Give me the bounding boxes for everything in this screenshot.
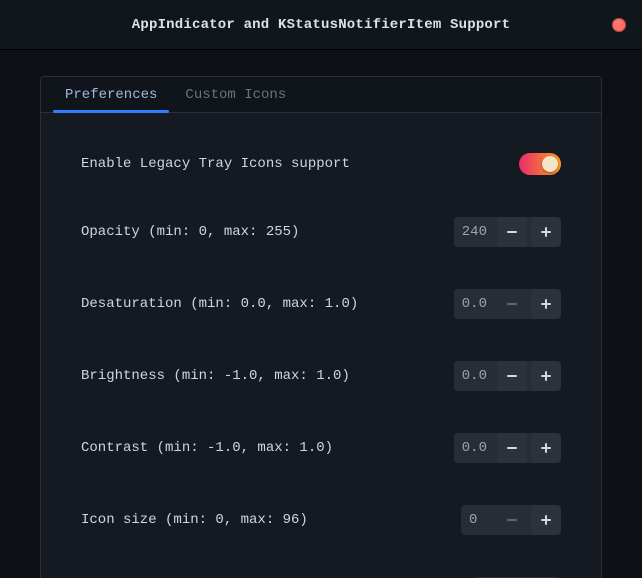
preferences-panel: Preferences Custom Icons Enable Legacy T… [40, 76, 602, 578]
icon-size-increment-button[interactable] [531, 505, 561, 535]
opacity-increment-button[interactable] [531, 217, 561, 247]
plus-icon [540, 226, 552, 238]
opacity-value[interactable]: 240 [454, 217, 493, 247]
brightness-increment-button[interactable] [531, 361, 561, 391]
minus-icon [506, 442, 518, 454]
opacity-label: Opacity (min: 0, max: 255) [81, 224, 299, 240]
brightness-stepper: 0.0 [454, 361, 561, 391]
close-button[interactable] [612, 18, 626, 32]
brightness-value[interactable]: 0.0 [454, 361, 493, 391]
toggle-knob [542, 156, 558, 172]
row-brightness: Brightness (min: -1.0, max: 1.0) 0.0 [81, 361, 561, 391]
plus-icon [540, 370, 552, 382]
legacy-tray-toggle[interactable] [519, 153, 561, 175]
desaturation-value[interactable]: 0.0 [454, 289, 493, 319]
tab-preferences[interactable]: Preferences [51, 77, 171, 112]
tab-label: Preferences [65, 87, 157, 103]
desaturation-label: Desaturation (min: 0.0, max: 1.0) [81, 296, 358, 312]
contrast-value[interactable]: 0.0 [454, 433, 493, 463]
opacity-stepper: 240 [454, 217, 561, 247]
tab-label: Custom Icons [185, 87, 286, 103]
brightness-label: Brightness (min: -1.0, max: 1.0) [81, 368, 350, 384]
contrast-increment-button[interactable] [531, 433, 561, 463]
opacity-decrement-button[interactable] [497, 217, 527, 247]
icon-size-decrement-button [497, 505, 527, 535]
contrast-stepper: 0.0 [454, 433, 561, 463]
window-title: AppIndicator and KStatusNotifierItem Sup… [132, 17, 510, 33]
app-window: AppIndicator and KStatusNotifierItem Sup… [0, 0, 642, 578]
minus-icon [506, 514, 518, 526]
plus-icon [540, 514, 552, 526]
desaturation-stepper: 0.0 [454, 289, 561, 319]
plus-icon [540, 442, 552, 454]
row-legacy-tray: Enable Legacy Tray Icons support [81, 153, 561, 175]
contrast-decrement-button[interactable] [497, 433, 527, 463]
desaturation-decrement-button [497, 289, 527, 319]
minus-icon [506, 298, 518, 310]
icon-size-stepper: 0 [461, 505, 561, 535]
brightness-decrement-button[interactable] [497, 361, 527, 391]
contrast-label: Contrast (min: -1.0, max: 1.0) [81, 440, 333, 456]
row-desaturation: Desaturation (min: 0.0, max: 1.0) 0.0 [81, 289, 561, 319]
panel-body: Enable Legacy Tray Icons support Opacity… [41, 113, 601, 578]
icon-size-value[interactable]: 0 [461, 505, 493, 535]
content-area: Preferences Custom Icons Enable Legacy T… [0, 50, 642, 578]
plus-icon [540, 298, 552, 310]
minus-icon [506, 226, 518, 238]
icon-size-label: Icon size (min: 0, max: 96) [81, 512, 308, 528]
tab-bar: Preferences Custom Icons [41, 77, 601, 113]
minus-icon [506, 370, 518, 382]
tab-custom-icons[interactable]: Custom Icons [171, 77, 300, 112]
legacy-tray-label: Enable Legacy Tray Icons support [81, 156, 350, 172]
row-icon-size: Icon size (min: 0, max: 96) 0 [81, 505, 561, 535]
row-contrast: Contrast (min: -1.0, max: 1.0) 0.0 [81, 433, 561, 463]
titlebar: AppIndicator and KStatusNotifierItem Sup… [0, 0, 642, 50]
desaturation-increment-button[interactable] [531, 289, 561, 319]
row-opacity: Opacity (min: 0, max: 255) 240 [81, 217, 561, 247]
